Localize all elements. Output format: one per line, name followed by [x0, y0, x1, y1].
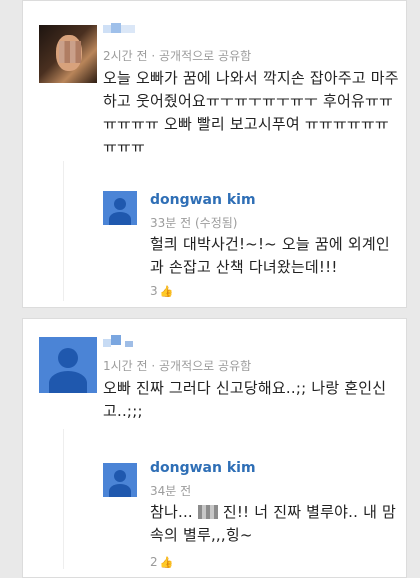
reply-meta: 33분 전 (수정됨) — [150, 216, 238, 230]
comment-text: 오빠 진짜 그러다 신고당해요..;; 나랑 혼인신고..;;; — [103, 379, 387, 420]
commenter-name-blurred[interactable] — [103, 335, 143, 349]
like-count: 2 — [150, 555, 158, 569]
reply-avatar[interactable] — [103, 463, 137, 497]
commenter-avatar[interactable] — [39, 25, 97, 83]
censored-name-blur — [197, 505, 218, 519]
reply-author-name[interactable]: dongwan kim — [150, 192, 256, 208]
default-profile-icon — [114, 198, 126, 210]
reply-text: 헐킈 대박사건!~!~ 오늘 꿈에 외계인과 손잡고 산책 다녀왔는데!!! — [150, 235, 390, 276]
thumbs-up-icon[interactable]: 👍 — [160, 285, 174, 298]
commenter-avatar[interactable] — [39, 337, 97, 393]
avatar-blur — [59, 41, 81, 63]
reply-meta: 34분 전 — [150, 484, 192, 498]
commenter-name-blurred[interactable] — [103, 23, 143, 37]
thumbs-up-icon[interactable]: 👍 — [160, 556, 174, 569]
reply-thread-line — [63, 161, 64, 301]
reply-avatar[interactable] — [103, 191, 137, 225]
comment-meta: 2시간 전 · 공개적으로 공유함 — [103, 49, 252, 63]
reply-text-start: 참나... — [150, 503, 198, 521]
comment-meta: 1시간 전 · 공개적으로 공유함 — [103, 359, 252, 373]
default-profile-icon — [114, 470, 126, 482]
reply-author-name[interactable]: dongwan kim — [150, 460, 256, 476]
reply-text: 참나... 진!! 너 진짜 별루야.. 내 맘속의 별루,,,힝~ — [150, 501, 400, 547]
comment-card: 1시간 전 · 공개적으로 공유함 오빠 진짜 그러다 신고당해요..;; 나랑… — [22, 318, 407, 578]
reply-like-count[interactable]: 2 👍 — [150, 555, 173, 569]
reply-like-count[interactable]: 3 👍 — [150, 284, 173, 298]
default-profile-icon — [58, 348, 78, 368]
comment-text: 오늘 오빠가 꿈에 나와서 깍지손 잡아주고 마주하고 웃어줬어요ㅠㅜㅠㅜㅠㅜㅠ… — [103, 69, 399, 156]
comment-card: 2시간 전 · 공개적으로 공유함 오늘 오빠가 꿈에 나와서 깍지손 잡아주고… — [22, 0, 407, 308]
reply-thread-line — [63, 429, 64, 569]
like-count: 3 — [150, 284, 158, 298]
